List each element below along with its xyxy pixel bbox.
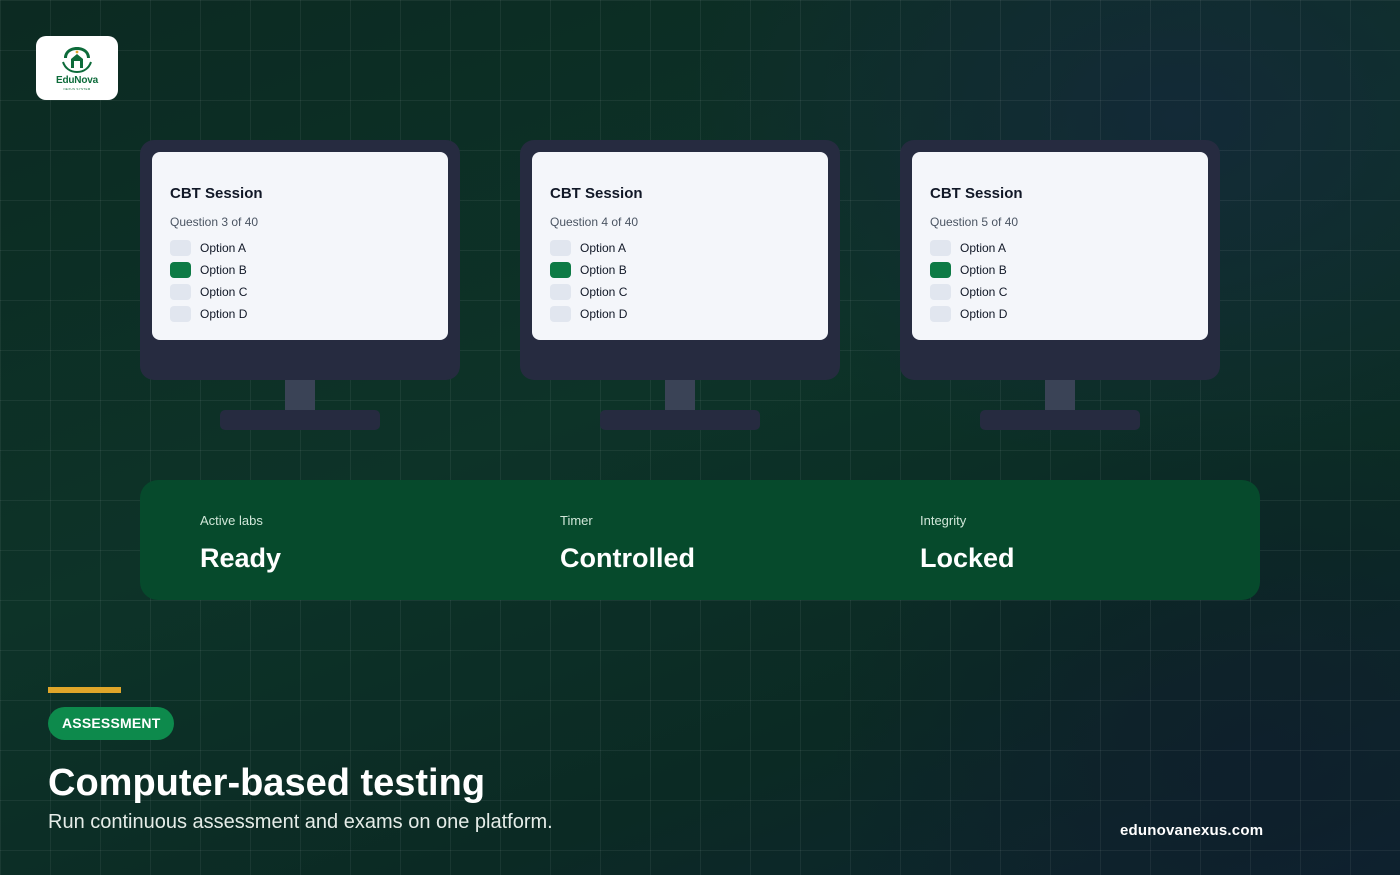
monitor-frame: CBT Session Question 5 of 40 Option A Op…: [900, 140, 1220, 380]
monitor-1: CBT Session Question 3 of 40 Option A Op…: [140, 140, 460, 430]
option-checkbox[interactable]: [550, 284, 571, 300]
option-a[interactable]: Option A: [550, 239, 626, 257]
monitor-base: [980, 410, 1140, 430]
logo-emblem-icon: [62, 46, 92, 73]
option-a[interactable]: Option A: [930, 239, 1006, 257]
background-grid: [0, 0, 1400, 875]
option-d[interactable]: Option D: [170, 305, 247, 323]
question-counter: Question 3 of 40: [170, 215, 259, 229]
option-checkbox[interactable]: [170, 240, 191, 256]
monitor-neck: [665, 380, 695, 410]
monitor-2: CBT Session Question 4 of 40 Option A Op…: [520, 140, 840, 430]
session-title: CBT Session: [170, 185, 263, 202]
option-checkbox[interactable]: [930, 240, 951, 256]
logo-wordmark: EduNova: [56, 74, 98, 86]
brand-logo: EduNova NEXUS SYSTEM: [36, 36, 118, 100]
option-label: Option B: [960, 263, 1007, 277]
cbt-screen: CBT Session Question 4 of 40 Option A Op…: [532, 152, 828, 340]
option-label: Option B: [580, 263, 627, 277]
cbt-screen: CBT Session Question 3 of 40 Option A Op…: [152, 152, 448, 340]
logo-tagline: NEXUS SYSTEM: [63, 86, 91, 91]
option-checkbox[interactable]: [930, 306, 951, 322]
stat-value: Controlled: [560, 543, 695, 573]
page-subheadline: Run continuous assessment and exams on o…: [48, 811, 553, 833]
option-d[interactable]: Option D: [550, 305, 627, 323]
stat-integrity: Integrity Locked: [920, 513, 1015, 574]
session-title: CBT Session: [930, 185, 1023, 202]
page-headline: Computer-based testing: [48, 762, 486, 804]
option-c[interactable]: Option C: [930, 283, 1007, 301]
option-label: Option A: [200, 241, 247, 255]
monitor-base: [600, 410, 760, 430]
option-label: Option A: [960, 241, 1007, 255]
stat-label: Timer: [560, 513, 593, 528]
option-c[interactable]: Option C: [550, 283, 627, 301]
option-checkbox[interactable]: [930, 284, 951, 300]
monitor-frame: CBT Session Question 4 of 40 Option A Op…: [520, 140, 840, 380]
accent-bar: [48, 687, 121, 693]
option-label: Option D: [960, 307, 1008, 321]
monitor-base: [220, 410, 380, 430]
option-label: Option D: [200, 307, 248, 321]
stat-active-labs: Active labs Ready: [200, 513, 281, 574]
option-b[interactable]: Option B: [550, 261, 627, 279]
website-link[interactable]: edunovanexus.com: [1120, 822, 1263, 839]
option-checkbox[interactable]: [550, 240, 571, 256]
stat-value: Ready: [200, 543, 282, 573]
option-label: Option C: [200, 285, 248, 299]
question-counter: Question 4 of 40: [550, 215, 639, 229]
option-label: Option C: [580, 285, 628, 299]
cbt-screen: CBT Session Question 5 of 40 Option A Op…: [912, 152, 1208, 340]
option-checkbox[interactable]: [550, 306, 571, 322]
option-label: Option A: [580, 241, 627, 255]
option-a[interactable]: Option A: [170, 239, 246, 257]
stat-timer: Timer Controlled: [560, 513, 695, 574]
option-b[interactable]: Option B: [170, 261, 247, 279]
monitor-neck: [285, 380, 315, 410]
session-title: CBT Session: [550, 185, 643, 202]
monitor-3: CBT Session Question 5 of 40 Option A Op…: [900, 140, 1220, 430]
stat-label: Integrity: [920, 513, 967, 528]
stats-panel: Active labs Ready Timer Controlled Integ…: [140, 480, 1260, 600]
stat-label: Active labs: [200, 513, 263, 528]
option-c[interactable]: Option C: [170, 283, 247, 301]
option-b[interactable]: Option B: [930, 261, 1007, 279]
option-checkbox-selected[interactable]: [550, 262, 571, 278]
question-counter: Question 5 of 40: [930, 215, 1019, 229]
option-checkbox[interactable]: [170, 284, 191, 300]
option-label: Option D: [580, 307, 628, 321]
monitor-frame: CBT Session Question 3 of 40 Option A Op…: [140, 140, 460, 380]
option-checkbox[interactable]: [170, 306, 191, 322]
option-checkbox-selected[interactable]: [170, 262, 191, 278]
option-label: Option C: [960, 285, 1008, 299]
category-badge: ASSESSMENT: [48, 707, 175, 740]
stat-value: Locked: [920, 543, 1015, 573]
monitor-neck: [1045, 380, 1075, 410]
option-checkbox-selected[interactable]: [930, 262, 951, 278]
option-label: Option B: [200, 263, 247, 277]
option-d[interactable]: Option D: [930, 305, 1007, 323]
